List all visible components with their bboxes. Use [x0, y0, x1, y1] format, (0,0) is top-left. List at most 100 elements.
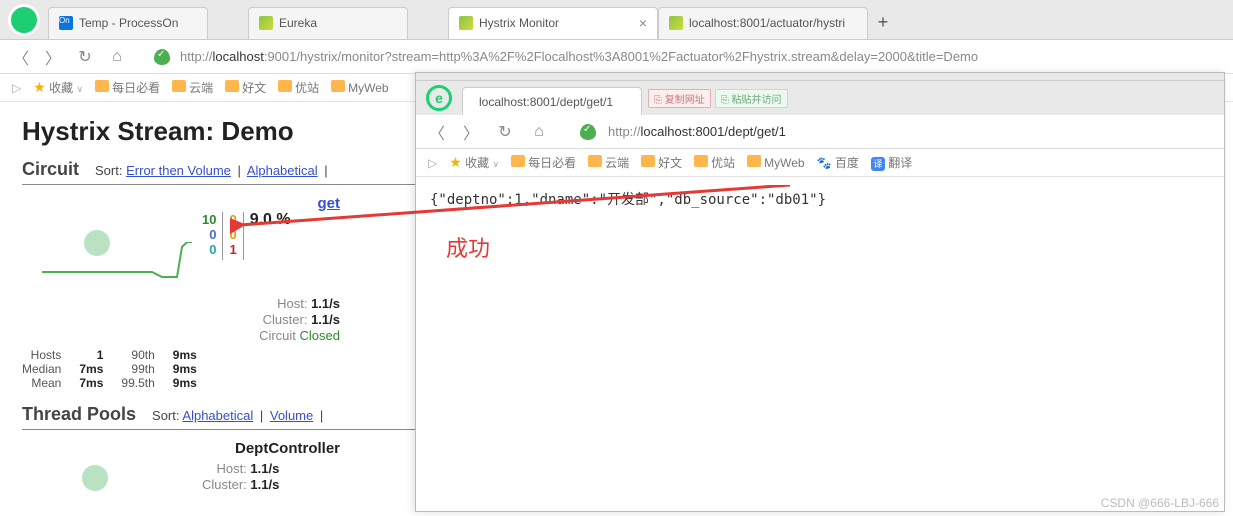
bookmark-item[interactable]: 优站 — [694, 154, 735, 171]
short-circuit-count: 0 — [202, 227, 216, 242]
url-domain: localhost — [641, 124, 692, 139]
tab-favicon — [459, 16, 473, 30]
p995-label: 99.5th — [121, 376, 154, 390]
timeout-count: 0 — [229, 212, 236, 227]
tab-actuator[interactable]: localhost:8001/actuator/hystri — [658, 7, 868, 39]
hosts-val: 1 — [79, 348, 103, 362]
host-label: Host: — [277, 296, 307, 311]
circuit-state: Closed — [300, 328, 340, 343]
bookmark-item[interactable]: 好文 — [641, 154, 682, 171]
address-bar[interactable]: http://localhost:9001/hystrix/monitor?st… — [180, 49, 978, 64]
sparkline-path — [42, 242, 192, 282]
translate-icon: 译 — [871, 157, 885, 171]
url-scheme: http:// — [180, 49, 213, 64]
pool-card: DeptController Host: 1.1/s Cluster: 1.1/… — [22, 440, 352, 497]
folder-icon — [331, 80, 345, 92]
folder-icon — [225, 80, 239, 92]
bookmark-item[interactable]: 云端 — [588, 154, 629, 171]
failure-count: 1 — [229, 242, 236, 257]
url-path: :8001/dept/get/1 — [692, 124, 786, 139]
paste-visit-badge[interactable]: ⎘ 粘贴并访问 — [715, 89, 788, 108]
sort-error-volume[interactable]: Error then Volume — [126, 163, 231, 178]
rejected-count: 0 — [229, 227, 236, 242]
folder-icon — [172, 80, 186, 92]
pool-heading: Thread Pools — [22, 404, 136, 425]
bookmark-item[interactable]: MyWeb — [747, 155, 804, 170]
p99-label: 99th — [121, 362, 154, 376]
bad-request-count: 0 — [202, 242, 216, 257]
circuit-label: Circuit — [259, 328, 296, 343]
bookmark-baidu[interactable]: 🐾 百度 — [817, 154, 859, 171]
expand-icon[interactable]: ▷ — [12, 81, 21, 95]
error-percentage: 9.0 % — [250, 212, 291, 260]
shield-icon — [154, 49, 170, 65]
circuit-card: get 10 0 0 0 0 1 — [22, 195, 352, 390]
tab-bar-2: e localhost:8001/dept/get/1 ⎘ 复制网址 ⎘ 粘贴并… — [416, 81, 1224, 115]
folder-icon — [641, 155, 655, 167]
browser-logo: e — [8, 4, 40, 36]
mean-val: 7ms — [79, 376, 103, 390]
close-icon[interactable]: × — [639, 15, 647, 31]
hosts-label: Hosts — [31, 348, 62, 362]
sort-label: Sort: — [95, 163, 122, 178]
bookmark-item[interactable]: 优站 — [278, 79, 319, 96]
url-domain: localhost — [213, 49, 264, 64]
command-name[interactable]: get — [318, 195, 341, 212]
tab-bar: e On Temp - ProcessOn Eureka Hystrix Mon… — [0, 0, 1233, 40]
watermark: CSDN @666-LBJ-666 — [1101, 496, 1219, 510]
tab-hystrix-monitor[interactable]: Hystrix Monitor × — [448, 7, 658, 39]
new-tab-button[interactable]: + — [868, 12, 898, 33]
cluster-rate: 1.1/s — [250, 477, 279, 492]
tab-dept-get[interactable]: localhost:8001/dept/get/1 — [462, 87, 642, 115]
p90-val: 9ms — [173, 348, 197, 362]
folder-icon — [278, 80, 292, 92]
tab-label: localhost:8001/actuator/hystri — [689, 16, 845, 30]
copy-url-badge[interactable]: ⎘ 复制网址 — [648, 89, 711, 108]
tab-label: Eureka — [279, 16, 317, 30]
tab-label: Hystrix Monitor — [479, 16, 559, 30]
bookmark-item[interactable]: MyWeb — [331, 80, 388, 95]
tab-favicon — [669, 16, 683, 30]
cluster-rate: 1.1/s — [311, 312, 340, 327]
mean-label: Mean — [31, 376, 61, 390]
address-bar-2[interactable]: http://localhost:8001/dept/get/1 — [608, 124, 786, 139]
bookmark-item[interactable]: 好文 — [225, 79, 266, 96]
bookmark-item[interactable]: 云端 — [172, 79, 213, 96]
p90-label: 90th — [121, 348, 154, 362]
folder-icon — [511, 155, 525, 167]
p995-val: 9ms — [173, 376, 197, 390]
circuit-heading: Circuit — [22, 159, 79, 180]
cluster-label: Cluster: — [263, 312, 308, 327]
reload-button[interactable]: ↻ — [494, 122, 516, 142]
sort-alphabetical[interactable]: Alphabetical — [182, 408, 253, 423]
response-body: {"deptno":1,"dname":"开发部","db_source":"d… — [416, 177, 1224, 221]
bookmark-item[interactable]: 每日必看 — [95, 79, 160, 96]
home-button[interactable]: ⌂ — [106, 48, 128, 66]
favorites-label[interactable]: ★ 收藏 ∨ — [449, 154, 499, 171]
favorites-label[interactable]: ★ 收藏 ∨ — [33, 79, 83, 96]
cluster-label: Cluster: — [202, 477, 247, 492]
home-button[interactable]: ⌂ — [528, 123, 550, 141]
tab-favicon: On — [59, 16, 73, 30]
host-rate: 1.1/s — [311, 296, 340, 311]
median-label: Median — [22, 362, 61, 376]
pool-name: DeptController — [235, 440, 340, 457]
success-annotation: 成功 — [416, 221, 1224, 273]
bookmark-translate[interactable]: 译 翻译 — [871, 154, 912, 171]
back-button[interactable]: 〈 — [10, 45, 32, 69]
rate-block: Host: 1.1/s Cluster: 1.1/s Circuit Close… — [22, 296, 340, 344]
shield-icon — [580, 124, 596, 140]
tab-eureka[interactable]: Eureka — [248, 7, 408, 39]
expand-icon[interactable]: ▷ — [428, 156, 437, 170]
bookmark-item[interactable]: 每日必看 — [511, 154, 576, 171]
forward-button[interactable]: 〉 — [42, 45, 64, 69]
tab-processon[interactable]: On Temp - ProcessOn — [48, 7, 208, 39]
reload-button[interactable]: ↻ — [74, 47, 96, 67]
sort-volume[interactable]: Volume — [270, 408, 313, 423]
forward-button[interactable]: 〉 — [460, 120, 482, 144]
host-label: Host: — [216, 461, 246, 476]
back-button[interactable]: 〈 — [426, 120, 448, 144]
sort-alphabetical[interactable]: Alphabetical — [247, 163, 318, 178]
nav-bar: 〈 〉 ↻ ⌂ http://localhost:9001/hystrix/mo… — [0, 40, 1233, 74]
secondary-window: e localhost:8001/dept/get/1 ⎘ 复制网址 ⎘ 粘贴并… — [415, 72, 1225, 512]
